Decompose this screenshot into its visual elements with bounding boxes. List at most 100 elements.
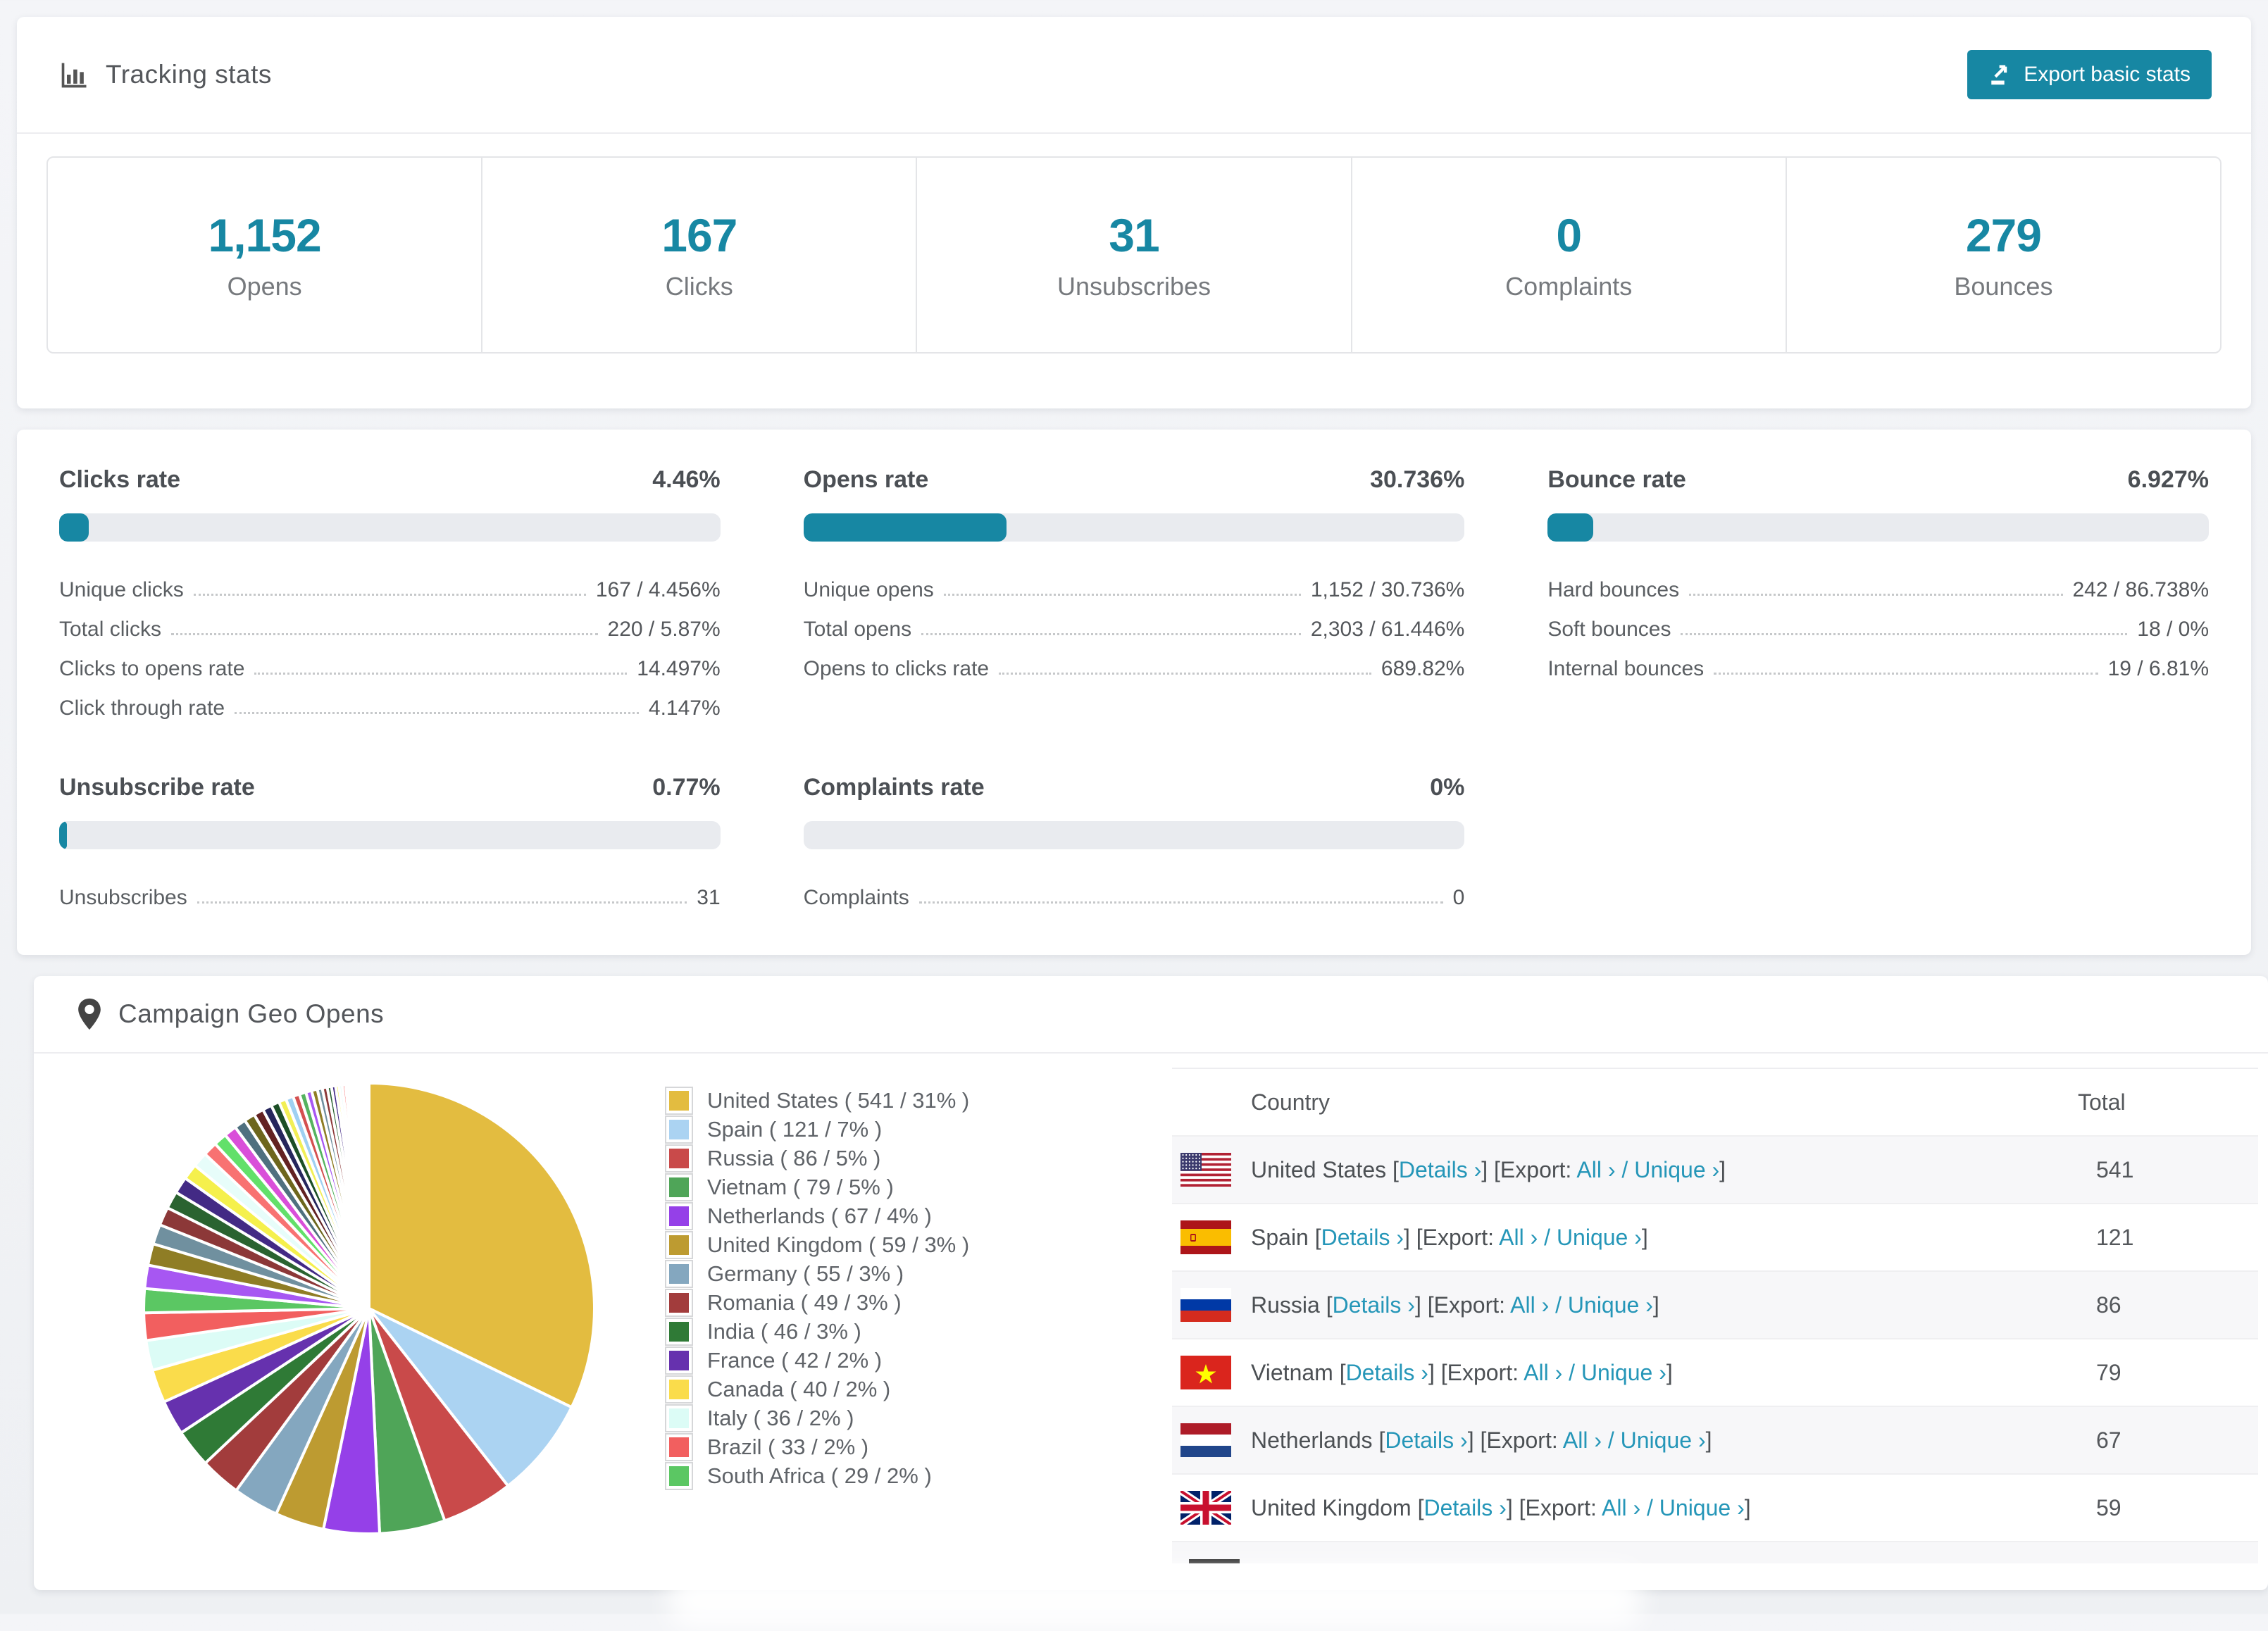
rate-title: Opens rate bbox=[803, 466, 929, 493]
pie-slice[interactable] bbox=[366, 1081, 370, 1310]
rates-card: Clicks rate 4.46% Unique clicks 167 / 4.456… bbox=[17, 430, 2251, 955]
legend-label: South Africa ( 29 / 2% ) bbox=[707, 1463, 932, 1488]
geo-content: United States ( 541 / 31% ) Spain ( 121 /… bbox=[34, 1054, 2268, 1589]
legend-label: Russia ( 86 / 5% ) bbox=[707, 1145, 881, 1170]
export-unique-link[interactable]: Unique › bbox=[1557, 1225, 1642, 1250]
dotted-leader bbox=[1689, 594, 2063, 596]
geo-title: Campaign Geo Opens bbox=[76, 997, 384, 1031]
rate-detail-row: Total opens 2,303 / 61.446% bbox=[803, 618, 1465, 641]
dotted-leader bbox=[193, 594, 586, 596]
rate-detail-row: Unique opens 1,152 / 30.736% bbox=[803, 578, 1465, 601]
details-link[interactable]: Details › bbox=[1423, 1495, 1506, 1520]
geo-title-text: Campaign Geo Opens bbox=[118, 999, 385, 1028]
bottom-blur-overlay bbox=[669, 1566, 1641, 1630]
geo-total-value: 541 bbox=[2096, 1156, 2134, 1182]
export-unique-link[interactable]: Unique › bbox=[1634, 1157, 1719, 1182]
legend-item: South Africa ( 29 / 2% ) bbox=[666, 1461, 969, 1490]
rate-block-opens-rate: Opens rate 30.736% Unique opens 1,152 / 30.… bbox=[803, 466, 1465, 720]
export-basic-stats-button[interactable]: Export basic stats bbox=[1967, 50, 2212, 99]
rate-detail-row: Opens to clicks rate 689.82% bbox=[803, 657, 1465, 680]
legend-swatch bbox=[666, 1261, 692, 1287]
details-link[interactable]: Details › bbox=[1346, 1360, 1428, 1385]
page-title: Tracking stats bbox=[106, 60, 272, 89]
export-unique-link[interactable]: Unique › bbox=[1568, 1292, 1653, 1318]
country-column-header: Country bbox=[1251, 1089, 1331, 1115]
export-all-link[interactable]: All › bbox=[1576, 1157, 1615, 1182]
geo-total-value: 59 bbox=[2096, 1494, 2121, 1520]
legend-swatch bbox=[666, 1347, 692, 1373]
export-unique-link[interactable]: Unique › bbox=[1621, 1427, 1706, 1453]
legend-label: France ( 42 / 2% ) bbox=[707, 1347, 883, 1373]
stat-cell-clicks: 167 Clicks bbox=[482, 158, 918, 352]
export-all-link[interactable]: All › bbox=[1563, 1427, 1602, 1453]
legend-swatch bbox=[666, 1289, 692, 1316]
dotted-leader bbox=[171, 633, 598, 635]
export-unique-link[interactable]: Unique › bbox=[1659, 1495, 1745, 1520]
legend-swatch bbox=[666, 1087, 692, 1113]
rate-detail-row: Click through rate 4.147% bbox=[59, 696, 721, 720]
bar-chart-icon bbox=[61, 63, 87, 88]
legend-swatch bbox=[666, 1116, 692, 1142]
legend-item: United States ( 541 / 31% ) bbox=[666, 1086, 969, 1115]
details-link[interactable]: Details › bbox=[1333, 1292, 1415, 1318]
geo-table-row-partial bbox=[1172, 1541, 2258, 1563]
pie-legend: United States ( 541 / 31% ) Spain ( 121 /… bbox=[666, 1086, 969, 1490]
rate-detail-row: Complaints 0 bbox=[803, 886, 1465, 909]
rate-detail-row: Clicks to opens rate 14.497% bbox=[59, 657, 721, 680]
stat-cell-bounces: 279 Bounces bbox=[1787, 158, 2220, 352]
export-all-link[interactable]: All › bbox=[1602, 1495, 1640, 1520]
legend-label: Germany ( 55 / 3% ) bbox=[707, 1261, 904, 1286]
legend-item: India ( 46 / 3% ) bbox=[666, 1317, 969, 1346]
rate-detail-row: Internal bounces 19 / 6.81% bbox=[1547, 657, 2209, 680]
rate-title: Unsubscribe rate bbox=[59, 774, 255, 801]
geo-header: Campaign Geo Opens bbox=[34, 976, 2268, 1054]
legend-swatch bbox=[666, 1232, 692, 1258]
export-all-link[interactable]: All › bbox=[1499, 1225, 1538, 1250]
dotted-leader bbox=[918, 901, 1443, 904]
export-unique-link[interactable]: Unique › bbox=[1581, 1360, 1666, 1385]
country-flag-es bbox=[1180, 1220, 1231, 1254]
legend-item: Canada ( 40 / 2% ) bbox=[666, 1375, 969, 1404]
details-link[interactable]: Details › bbox=[1385, 1427, 1467, 1453]
export-all-link[interactable]: All › bbox=[1524, 1360, 1562, 1385]
tracking-stats-header: Tracking stats Export basic stats bbox=[17, 17, 2251, 134]
legend-label: India ( 46 / 3% ) bbox=[707, 1318, 861, 1344]
country-flag-us bbox=[1180, 1153, 1231, 1187]
legend-label: Netherlands ( 67 / 4% ) bbox=[707, 1203, 932, 1228]
stat-cell-unsubscribes: 31 Unsubscribes bbox=[917, 158, 1352, 352]
country-flag-gb bbox=[1180, 1491, 1231, 1525]
details-link[interactable]: Details › bbox=[1321, 1225, 1404, 1250]
dotted-leader bbox=[197, 901, 687, 904]
rate-value: 0.77% bbox=[652, 774, 721, 801]
stat-value: 167 bbox=[661, 209, 737, 261]
rate-progress-bar bbox=[803, 821, 1465, 849]
tracking-stats-title: Tracking stats bbox=[59, 59, 272, 90]
country-flag-de bbox=[1189, 1559, 1240, 1563]
map-pin-icon bbox=[78, 998, 101, 1030]
export-all-link[interactable]: All › bbox=[1510, 1292, 1549, 1318]
country-flag-ru bbox=[1180, 1288, 1231, 1322]
legend-swatch bbox=[666, 1405, 692, 1431]
legend-label: United Kingdom ( 59 / 3% ) bbox=[707, 1232, 970, 1257]
rate-progress-bar bbox=[1547, 513, 2209, 542]
rate-value: 0% bbox=[1430, 774, 1465, 801]
legend-swatch bbox=[666, 1463, 692, 1489]
campaign-geo-opens-card: Campaign Geo Opens United States ( 541 /… bbox=[34, 976, 2268, 1590]
legend-swatch bbox=[666, 1174, 692, 1200]
total-column-header: Total bbox=[2078, 1089, 2126, 1115]
rate-value: 30.736% bbox=[1370, 466, 1465, 493]
rate-detail-row: Unique clicks 167 / 4.456% bbox=[59, 578, 721, 601]
country-flag-vn bbox=[1180, 1356, 1231, 1389]
rate-block-complaints-rate: Complaints rate 0% Complaints 0 bbox=[803, 774, 1465, 910]
geo-opens-pie-chart[interactable] bbox=[137, 1076, 602, 1541]
legend-label: Vietnam ( 79 / 5% ) bbox=[707, 1174, 894, 1199]
geo-table-row-es: Spain [Details ›] [Export: All › / Uniqu… bbox=[1172, 1203, 2258, 1270]
tracking-stats-card: Tracking stats Export basic stats 1,152 O… bbox=[17, 17, 2251, 408]
geo-total-value: 121 bbox=[2096, 1224, 2134, 1250]
details-link[interactable]: Details › bbox=[1399, 1157, 1481, 1182]
geo-total-value: 67 bbox=[2096, 1427, 2121, 1453]
geo-table-header: Country Total bbox=[1172, 1069, 2258, 1135]
legend-item: France ( 42 / 2% ) bbox=[666, 1346, 969, 1375]
geo-total-value: 79 bbox=[2096, 1359, 2121, 1385]
legend-item: Netherlands ( 67 / 4% ) bbox=[666, 1201, 969, 1230]
